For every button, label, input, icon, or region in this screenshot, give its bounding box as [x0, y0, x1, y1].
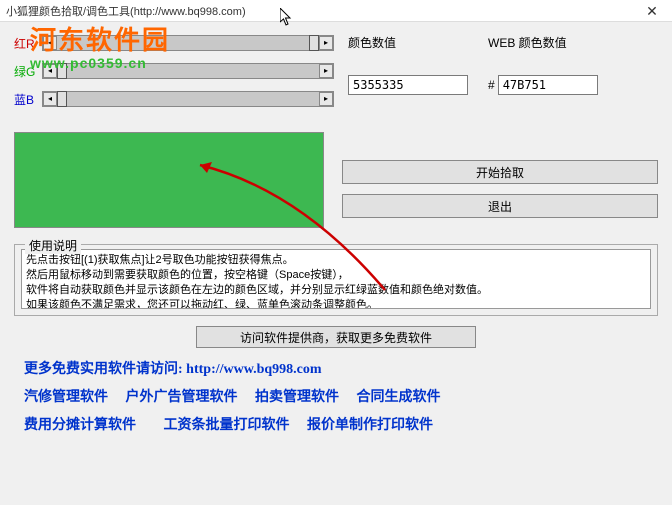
- software-link[interactable]: 工资条批量打印软件: [164, 418, 290, 433]
- sliders-column: 红R ◂ ▸ 绿G ◂ ▸ 蓝B ◂: [14, 34, 334, 118]
- software-link[interactable]: 户外广告管理软件: [126, 390, 238, 405]
- slider-left-arrow[interactable]: ◂: [43, 36, 57, 50]
- link-line-2: 汽修管理软件 户外广告管理软件 拍卖管理软件 合同生成软件: [24, 386, 648, 406]
- red-slider[interactable]: ◂ ▸: [42, 35, 334, 51]
- vendor-link[interactable]: http://www.bq998.com: [186, 362, 321, 377]
- web-color-label: WEB 颜色数值: [488, 34, 598, 51]
- green-slider-row: 绿G ◂ ▸: [14, 62, 334, 80]
- window-title: 小狐狸颜色拾取/调色工具(http://www.bq998.com): [6, 3, 246, 19]
- web-color-input[interactable]: [498, 75, 598, 95]
- web-color-group: WEB 颜色数值 #: [488, 34, 598, 118]
- slider-left-arrow[interactable]: ◂: [43, 64, 57, 78]
- color-value-label: 颜色数值: [348, 34, 468, 51]
- instructions-text: 先点击按钮[(1)获取焦点]让2号取色功能按钮获得焦点。 然后用鼠标移动到需要获…: [21, 249, 651, 309]
- color-preview: [14, 132, 324, 228]
- software-link[interactable]: 合同生成软件: [357, 390, 441, 405]
- slider-right-arrow[interactable]: ▸: [319, 36, 333, 50]
- blue-slider[interactable]: ◂ ▸: [42, 91, 334, 107]
- slider-right-arrow[interactable]: ▸: [319, 64, 333, 78]
- green-label: 绿G: [14, 63, 38, 80]
- link-line-1: 更多免费实用软件请访问: http://www.bq998.com: [24, 358, 648, 378]
- visit-vendor-button[interactable]: 访问软件提供商，获取更多免费软件: [196, 326, 476, 348]
- window-titlebar: 小狐狸颜色拾取/调色工具(http://www.bq998.com) ✕: [0, 0, 672, 22]
- slider-left-arrow[interactable]: ◂: [43, 92, 57, 106]
- close-button[interactable]: ✕: [632, 0, 672, 22]
- start-pick-button[interactable]: 开始拾取: [342, 160, 658, 184]
- software-link[interactable]: 费用分摊计算软件: [24, 418, 136, 433]
- green-slider[interactable]: ◂ ▸: [42, 63, 334, 79]
- exit-button[interactable]: 退出: [342, 194, 658, 218]
- red-label: 红R: [14, 35, 38, 52]
- software-link[interactable]: 拍卖管理软件: [255, 390, 339, 405]
- instructions-section: 使用说明 先点击按钮[(1)获取焦点]让2号取色功能按钮获得焦点。 然后用鼠标移…: [14, 244, 658, 316]
- color-value-group: 颜色数值: [348, 34, 468, 118]
- color-value-input[interactable]: [348, 75, 468, 95]
- hash-prefix: #: [488, 78, 495, 92]
- instructions-title: 使用说明: [25, 237, 81, 254]
- slider-right-arrow[interactable]: ▸: [319, 92, 333, 106]
- software-link[interactable]: 报价单制作打印软件: [307, 418, 433, 433]
- blue-slider-row: 蓝B ◂ ▸: [14, 90, 334, 108]
- link-line-3: 费用分摊计算软件 工资条批量打印软件 报价单制作打印软件: [24, 414, 648, 434]
- main-panel: 红R ◂ ▸ 绿G ◂ ▸ 蓝B ◂: [0, 22, 672, 505]
- software-link[interactable]: 汽修管理软件: [24, 390, 108, 405]
- red-slider-row: 红R ◂ ▸: [14, 34, 334, 52]
- blue-label: 蓝B: [14, 91, 38, 108]
- links-section: 更多免费实用软件请访问: http://www.bq998.com 汽修管理软件…: [14, 358, 658, 434]
